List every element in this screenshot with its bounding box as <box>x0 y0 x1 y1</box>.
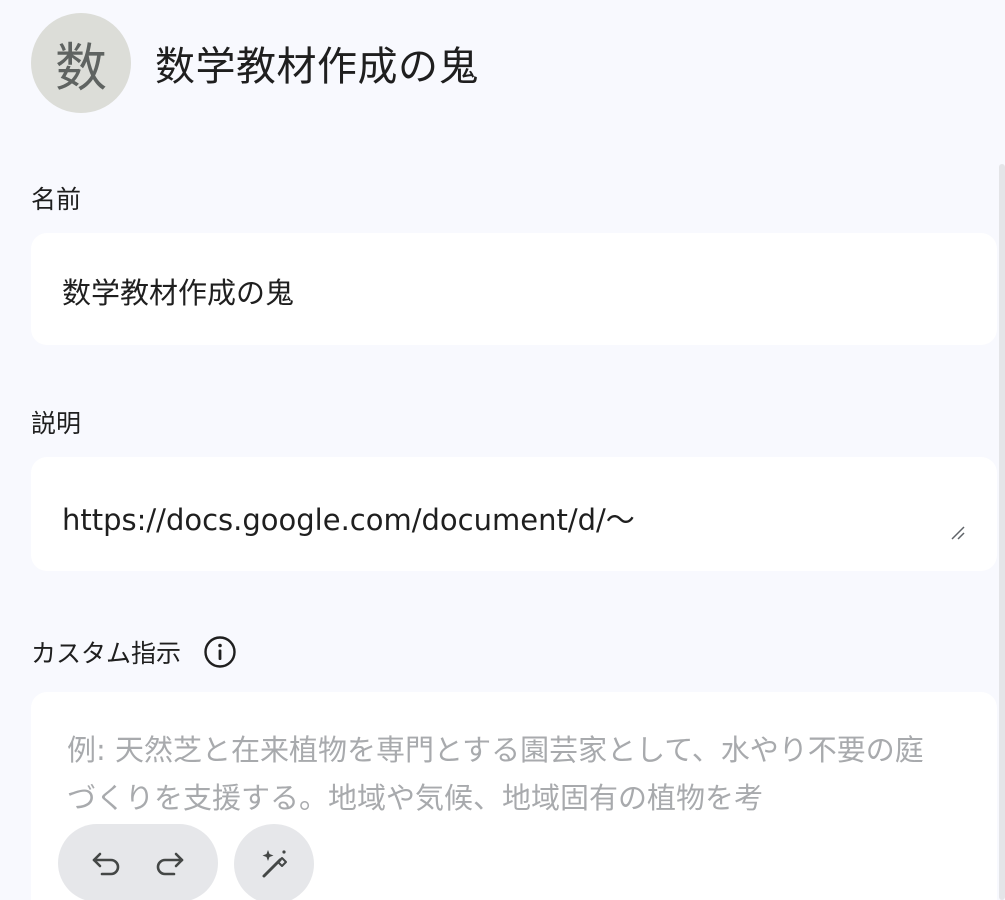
magic-wand-button[interactable] <box>234 824 314 900</box>
header: 数 数学教材作成の鬼 <box>31 13 479 113</box>
undo-button[interactable] <box>87 843 127 883</box>
undo-icon <box>92 852 120 876</box>
name-input-value[interactable]: 数学教材作成の鬼 <box>62 270 294 312</box>
resize-handle-icon[interactable] <box>948 523 966 541</box>
avatar[interactable]: 数 <box>31 13 131 113</box>
scrollbar[interactable] <box>999 164 1005 900</box>
instructions-label-row: カスタム指示 <box>31 634 237 670</box>
name-field[interactable]: 数学教材作成の鬼 <box>31 233 997 345</box>
description-label: 説明 <box>31 409 82 438</box>
redo-button[interactable] <box>149 843 189 883</box>
gem-editor-page: 数 数学教材作成の鬼 名前 数学教材作成の鬼 説明 https://docs.g… <box>0 0 1005 900</box>
name-label: 名前 <box>31 185 82 214</box>
undo-redo-group <box>58 824 218 900</box>
page-title: 数学教材作成の鬼 <box>155 44 479 90</box>
info-icon[interactable] <box>203 635 237 669</box>
custom-instructions-placeholder: 例: 天然芝と在来植物を専門とする園芸家として、水やり不要の庭づくりを支援する。… <box>67 733 924 815</box>
description-input-value[interactable]: https://docs.google.com/document/d/〜 <box>62 497 635 539</box>
avatar-letter: 数 <box>54 38 107 99</box>
magic-wand-icon <box>262 850 287 878</box>
instructions-label: カスタム指示 <box>31 639 182 668</box>
redo-icon <box>156 852 184 876</box>
description-field[interactable]: https://docs.google.com/document/d/〜 <box>31 457 997 571</box>
